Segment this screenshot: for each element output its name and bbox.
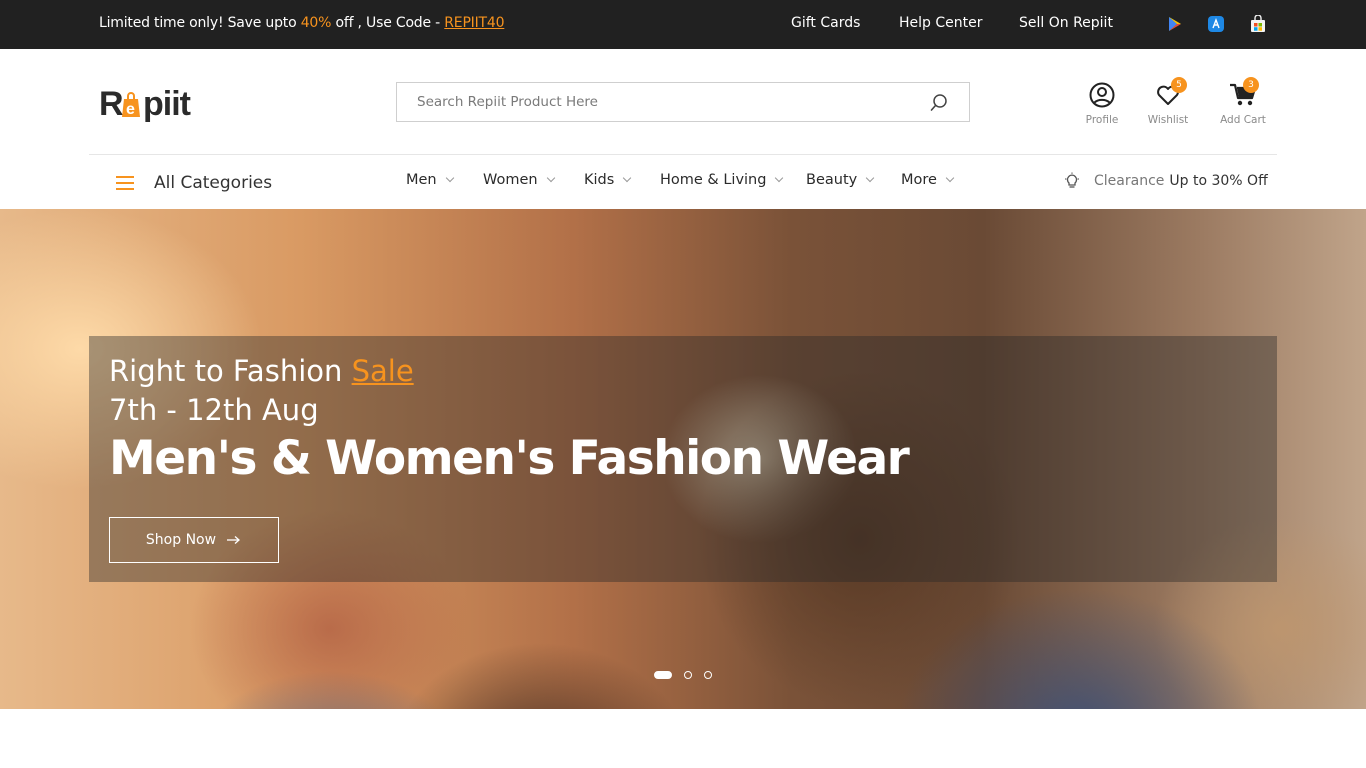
site-logo[interactable]: R e piit xyxy=(99,80,209,124)
all-categories-label: All Categories xyxy=(154,173,273,193)
search-input[interactable] xyxy=(397,83,917,121)
user-icon xyxy=(1089,82,1115,108)
search-box xyxy=(396,82,970,122)
arrow-right-icon xyxy=(227,536,241,544)
hero-line-1: Right to Fashion Sale xyxy=(109,354,414,388)
clearance-deal: Up to 30% Off xyxy=(1169,173,1268,189)
nav-item-label: Beauty xyxy=(806,172,858,188)
svg-text:piit: piit xyxy=(143,85,191,123)
sell-on-repiit-link[interactable]: Sell On Repiit xyxy=(1019,15,1113,31)
search-icon[interactable] xyxy=(929,93,949,113)
shop-now-button[interactable]: Shop Now xyxy=(109,517,279,563)
carousel-dots xyxy=(654,671,724,679)
chevron-down-icon xyxy=(445,173,454,183)
wishlist-count-badge: 5 xyxy=(1171,77,1187,93)
nav-item-label: Women xyxy=(483,172,538,188)
microsoft-store-icon[interactable] xyxy=(1249,15,1267,33)
hero-headline: Men's & Women's Fashion Wear xyxy=(109,431,910,486)
nav-item-label: Kids xyxy=(584,172,615,188)
all-categories-button[interactable]: All Categories xyxy=(116,170,272,196)
wishlist-label: Wishlist xyxy=(1147,114,1189,126)
cart-count-badge: 3 xyxy=(1243,77,1259,93)
gift-cards-link[interactable]: Gift Cards xyxy=(791,15,860,31)
promo-middle: off , Use Code - xyxy=(331,15,445,31)
promo-message: Limited time only! Save upto 40% off , U… xyxy=(99,15,505,31)
chevron-down-icon xyxy=(623,173,632,183)
svg-text:e: e xyxy=(126,101,135,118)
help-center-link[interactable]: Help Center xyxy=(899,15,983,31)
nav-item-label: More xyxy=(901,172,937,188)
promo-prefix: Limited time only! Save upto xyxy=(99,15,301,31)
chevron-down-icon xyxy=(865,173,875,183)
carousel-dot-2[interactable] xyxy=(684,671,692,679)
chevron-down-icon xyxy=(546,173,555,183)
nav-item-women[interactable]: Women xyxy=(483,172,555,188)
shop-now-label: Shop Now xyxy=(145,532,217,548)
carousel-dot-1[interactable] xyxy=(654,671,672,679)
chevron-down-icon xyxy=(775,173,784,183)
top-announcement-bar: Limited time only! Save upto 40% off , U… xyxy=(0,0,1366,49)
cart-label: Add Cart xyxy=(1220,114,1266,126)
nav-item-kids[interactable]: Kids xyxy=(584,172,632,188)
wishlist-button[interactable]: 5 Wishlist xyxy=(1146,77,1190,126)
hero-sale-highlight: Sale xyxy=(351,354,414,388)
nav-item-more[interactable]: More xyxy=(901,172,955,188)
nav-item-beauty[interactable]: Beauty xyxy=(806,172,875,188)
profile-button[interactable]: Profile xyxy=(1082,82,1122,126)
nav-item-label: Home & Living xyxy=(660,172,767,188)
nav-item-men[interactable]: Men xyxy=(406,172,454,188)
promo-percent: 40% xyxy=(300,15,332,31)
nav-item-home-living[interactable]: Home & Living xyxy=(660,172,784,188)
repiit-logo-icon: R e piit xyxy=(99,85,192,123)
hero-banner: Right to Fashion Sale 7th - 12th Aug Men… xyxy=(0,209,1366,709)
carousel-dot-3[interactable] xyxy=(704,671,712,679)
clearance-label: Clearance xyxy=(1094,173,1165,189)
app-store-icon[interactable] xyxy=(1207,15,1225,33)
header-divider xyxy=(89,154,1277,155)
nav-item-label: Men xyxy=(406,172,437,188)
profile-label: Profile xyxy=(1085,114,1119,126)
google-play-icon[interactable] xyxy=(1166,15,1184,33)
hero-date-range: 7th - 12th Aug xyxy=(109,393,319,427)
clearance-link[interactable]: Clearance Up to 30% Off xyxy=(1064,172,1268,190)
hero-line-1-prefix: Right to Fashion xyxy=(109,354,352,388)
svg-text:R: R xyxy=(99,85,123,123)
chevron-down-icon xyxy=(945,173,955,183)
hamburger-menu-icon xyxy=(116,176,134,190)
promo-code-link[interactable]: REPIIT40 xyxy=(444,15,504,31)
lightbulb-icon xyxy=(1065,172,1079,188)
cart-button[interactable]: 3 Add Cart xyxy=(1216,77,1270,126)
